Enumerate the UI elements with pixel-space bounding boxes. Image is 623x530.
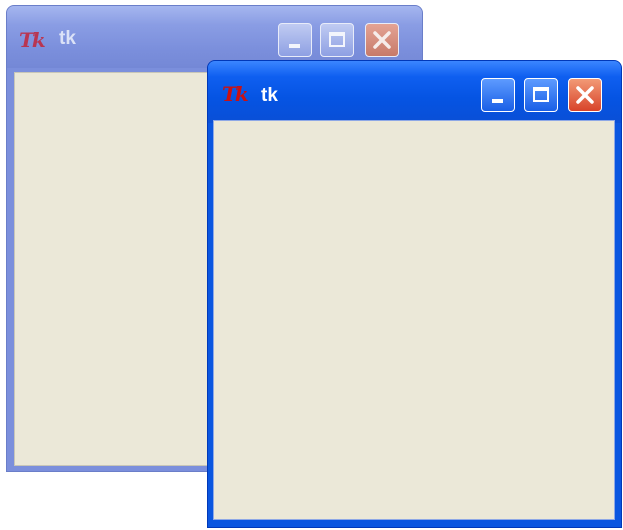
tk-feather-icon: Tk (19, 28, 46, 52)
window-client-area[interactable] (213, 120, 615, 520)
tk-window-active[interactable]: Tk tk (207, 60, 622, 528)
close-icon (576, 86, 594, 104)
title-bar[interactable]: Tk tk (7, 6, 422, 68)
window-title: tk (59, 28, 76, 49)
maximize-button[interactable] (524, 78, 558, 112)
tk-feather-icon: Tk (222, 82, 249, 106)
minimize-icon (492, 99, 503, 103)
maximize-icon (329, 32, 345, 47)
maximize-button[interactable] (320, 23, 354, 57)
window-title: tk (261, 85, 278, 106)
close-button[interactable] (365, 23, 399, 57)
minimize-button[interactable] (481, 78, 515, 112)
close-button[interactable] (568, 78, 602, 112)
minimize-button[interactable] (278, 23, 312, 57)
minimize-icon (289, 44, 300, 48)
title-bar[interactable]: Tk tk (208, 61, 621, 123)
close-icon (373, 31, 391, 49)
maximize-icon (533, 87, 549, 102)
